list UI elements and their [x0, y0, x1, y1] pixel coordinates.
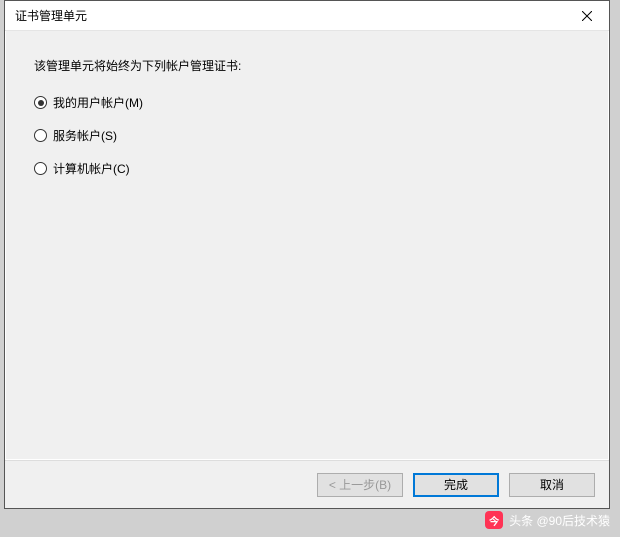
radio-label: 计算机帐户(C)	[53, 160, 130, 177]
finish-button[interactable]: 完成	[413, 473, 499, 497]
cancel-button[interactable]: 取消	[509, 473, 595, 497]
account-radio-group: 我的用户帐户(M) 服务帐户(S) 计算机帐户(C)	[34, 94, 580, 177]
certificate-snapin-dialog: 证书管理单元 该管理单元将始终为下列帐户管理证书: 我的用户帐户(M) 服务帐户…	[4, 0, 610, 509]
button-bar: < 上一步(B) 完成 取消	[5, 460, 609, 508]
titlebar: 证书管理单元	[5, 1, 609, 31]
radio-option-my-user[interactable]: 我的用户帐户(M)	[34, 94, 580, 111]
prompt-text: 该管理单元将始终为下列帐户管理证书:	[34, 57, 580, 74]
close-button[interactable]	[564, 1, 609, 30]
dialog-content: 该管理单元将始终为下列帐户管理证书: 我的用户帐户(M) 服务帐户(S) 计算机…	[5, 31, 609, 460]
watermark-text: 头条 @90后技术猿	[509, 512, 610, 529]
radio-option-computer[interactable]: 计算机帐户(C)	[34, 160, 580, 177]
watermark-icon: 今	[485, 511, 503, 529]
radio-option-service[interactable]: 服务帐户(S)	[34, 127, 580, 144]
radio-label: 服务帐户(S)	[53, 127, 117, 144]
watermark: 今 头条 @90后技术猿	[485, 511, 610, 529]
radio-icon	[34, 162, 47, 175]
dialog-title: 证书管理单元	[15, 7, 87, 24]
back-button: < 上一步(B)	[317, 473, 403, 497]
radio-label: 我的用户帐户(M)	[53, 94, 143, 111]
radio-icon	[34, 129, 47, 142]
radio-icon	[34, 96, 47, 109]
close-icon	[582, 11, 592, 21]
